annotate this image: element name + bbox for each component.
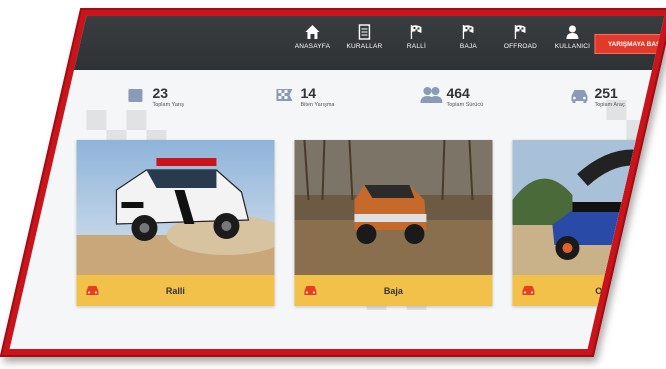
stat-total-races: 23 Toplam Yarış <box>126 85 185 108</box>
nav-item-label: RALLİ <box>406 43 426 50</box>
card-title: Ralli <box>165 285 185 296</box>
card-footer: Ralli <box>76 275 275 306</box>
checkered-flag-icon <box>276 89 293 101</box>
stat-label: Biten Yarışma <box>300 102 335 108</box>
nav-item-kurallar[interactable]: KURALLAR <box>338 24 390 50</box>
nav-item-label: OFFROAD <box>503 43 538 50</box>
nav-item-offroad[interactable]: OFFROAD <box>494 24 546 50</box>
stat-value: 23 <box>152 85 169 101</box>
calendar-icon <box>128 89 143 102</box>
start-competition-button[interactable]: YARIŞMAYA BAŞLA <box>594 34 665 54</box>
card-ralli[interactable]: Ralli <box>76 140 275 306</box>
card-title: Offroad <box>595 285 628 296</box>
nav-item-anasayfa[interactable]: ANASAYFA <box>286 24 338 50</box>
stat-label: Toplam Araç <box>594 102 625 108</box>
card-baja[interactable]: Baja <box>294 140 493 306</box>
nav-item-kullanici[interactable]: KULLANICI <box>546 24 598 50</box>
car-icon <box>86 286 99 295</box>
stat-value: 14 <box>300 85 317 101</box>
user-icon <box>566 25 579 39</box>
nav-item-baja[interactable]: BAJA <box>442 24 494 50</box>
nav-item-label: KURALLAR <box>346 43 383 50</box>
page-viewport: ANASAYFA KURALLAR RALLİ BAJA OFFROAD KUL… <box>9 16 665 349</box>
nav-item-ralli[interactable]: RALLİ <box>390 24 442 50</box>
nav-item-label: BAJA <box>459 43 477 50</box>
card-footer: Baja <box>294 275 493 306</box>
card-footer: Offroad <box>512 275 665 306</box>
nav-item-label: ANASAYFA <box>294 43 331 50</box>
card-offroad[interactable]: Offroad <box>512 140 665 306</box>
stat-finished-races: 14 Biten Yarışma <box>274 85 335 108</box>
stat-value: 251 <box>594 85 618 101</box>
stat-total-drivers: 464 Toplam Sürücü <box>420 85 484 108</box>
flag-icon <box>514 25 526 39</box>
flag-icon <box>410 25 422 39</box>
users-icon <box>420 87 443 103</box>
baja-photo <box>294 140 493 275</box>
nav-menu: ANASAYFA KURALLAR RALLİ BAJA OFFROAD KUL… <box>286 24 598 50</box>
stat-total-vehicles: 251 Toplam Araç <box>568 85 625 108</box>
rules-icon <box>358 24 371 40</box>
screen-frame: ANASAYFA KURALLAR RALLİ BAJA OFFROAD KUL… <box>0 8 666 357</box>
card-title: Baja <box>383 285 403 296</box>
car-icon <box>304 286 317 295</box>
page-content: ANASAYFA KURALLAR RALLİ BAJA OFFROAD KUL… <box>46 16 665 349</box>
offroad-photo <box>512 140 665 275</box>
nav-item-label: KULLANICI <box>554 43 591 50</box>
stat-value: 464 <box>446 85 470 101</box>
stat-label: Toplam Yarış <box>152 102 185 108</box>
top-navbar: ANASAYFA KURALLAR RALLİ BAJA OFFROAD KUL… <box>46 16 665 70</box>
car-icon <box>522 286 535 295</box>
stat-label: Toplam Sürücü <box>446 102 484 108</box>
ralli-photo <box>76 140 275 275</box>
flag-icon <box>462 25 474 39</box>
home-icon <box>305 25 320 39</box>
car-icon <box>571 90 588 103</box>
stats-row: 23 Toplam Yarış 14 Biten Yarışma 464 Top… <box>46 85 664 126</box>
